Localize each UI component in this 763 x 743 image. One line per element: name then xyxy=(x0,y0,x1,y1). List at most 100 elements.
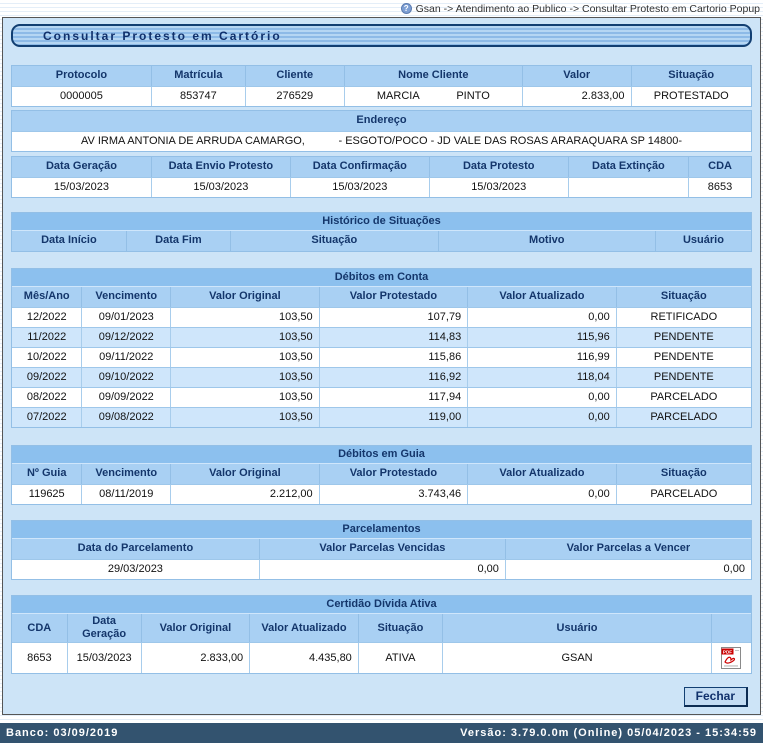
column-header: Data Confirmação xyxy=(290,157,429,177)
table-row: 09/202209/10/2022103,50116,92118,04PENDE… xyxy=(12,367,751,387)
table-cell: 276529 xyxy=(245,87,344,106)
section-title: Histórico de Situações xyxy=(12,213,751,231)
table-header-row: Nº GuiaVencimentoValor OriginalValor Pro… xyxy=(12,464,751,484)
table-row: AV IRMA ANTONIA DE ARRUDA CAMARGO, - ESG… xyxy=(12,131,751,151)
pdf-icon[interactable]: PDF xyxy=(711,643,751,673)
table-cell: ATIVA xyxy=(358,643,442,673)
footer-bar: Banco: 03/09/2019 Versão: 3.79.0.0m (Onl… xyxy=(0,723,763,743)
column-header: Vencimento xyxy=(81,464,170,484)
table-cell: 15/03/2023 xyxy=(12,178,151,197)
section-title: Débitos em Conta xyxy=(12,269,751,287)
column-header: Data Fim xyxy=(126,231,230,251)
column-header: Usuário xyxy=(442,614,711,642)
table-cell: 8653 xyxy=(12,643,67,673)
table-cell: 15/03/2023 xyxy=(67,643,141,673)
table-header-row: Data GeraçãoData Envio ProtestoData Conf… xyxy=(12,157,751,177)
table-row: 07/202209/08/2022103,50119,000,00PARCELA… xyxy=(12,407,751,427)
table-cell: 09/01/2023 xyxy=(81,308,170,327)
column-header: Valor Atualizado xyxy=(467,287,616,307)
table-cell: 103,50 xyxy=(170,308,319,327)
table-cell: 0000005 xyxy=(12,87,151,106)
table-cell: 107,79 xyxy=(319,308,468,327)
column-header: Valor Atualizado xyxy=(249,614,358,642)
breadcrumb: ? Gsan -> Atendimento ao Publico -> Cons… xyxy=(0,0,763,17)
table-cell xyxy=(568,178,688,197)
table-cell: MARCIA PINTO xyxy=(344,87,522,106)
table-cell: 29/03/2023 xyxy=(12,560,259,579)
column-header: Data Protesto xyxy=(429,157,568,177)
table-cell: 115,86 xyxy=(319,348,468,367)
table-cell: 103,50 xyxy=(170,408,319,427)
table-row: 10/202209/11/2022103,50115,86116,99PENDE… xyxy=(12,347,751,367)
column-header: Nome Cliente xyxy=(344,66,522,86)
table-cell: 0,00 xyxy=(467,485,616,504)
column-header: Cliente xyxy=(245,66,344,86)
column-header: Valor Original xyxy=(170,464,319,484)
breadcrumb-text: Gsan -> Atendimento ao Publico -> Consul… xyxy=(416,3,760,15)
column-header: Matrícula xyxy=(151,66,245,86)
table-cell: 15/03/2023 xyxy=(290,178,429,197)
table-cell: 0,00 xyxy=(467,388,616,407)
protesto-info-table: ProtocoloMatrículaClienteNome ClienteVal… xyxy=(11,65,752,107)
table-cell: 117,94 xyxy=(319,388,468,407)
column-header: Situação xyxy=(616,287,751,307)
section-title: Débitos em Guia xyxy=(12,446,751,464)
table-cell: 12/2022 xyxy=(12,308,81,327)
column-header: Situação xyxy=(230,231,438,251)
table-header-row: Endereço xyxy=(12,111,751,131)
help-icon[interactable]: ? xyxy=(401,3,412,14)
table-cell: 11/2022 xyxy=(12,328,81,347)
table-cell: 15/03/2023 xyxy=(429,178,568,197)
svg-text:PDF: PDF xyxy=(723,650,732,655)
column-header: Data Geração xyxy=(67,614,141,642)
column-header: Motivo xyxy=(438,231,655,251)
table-cell: 119625 xyxy=(12,485,81,504)
column-header: Vencimento xyxy=(81,287,170,307)
table-cell: 116,99 xyxy=(467,348,616,367)
column-header: CDA xyxy=(688,157,751,177)
table-cell: 119,00 xyxy=(319,408,468,427)
table-header-row: Mês/AnoVencimentoValor OriginalValor Pro… xyxy=(12,287,751,307)
column-header: Situação xyxy=(616,464,751,484)
fechar-button[interactable]: Fechar xyxy=(684,687,748,707)
table-cell: 103,50 xyxy=(170,348,319,367)
table-cell: 2.833,00 xyxy=(522,87,631,106)
table-cell: 07/2022 xyxy=(12,408,81,427)
table-cell: 103,50 xyxy=(170,328,319,347)
column-header: Valor Parcelas Vencidas xyxy=(259,539,505,559)
table-cell: 09/09/2022 xyxy=(81,388,170,407)
table-cell: GSAN xyxy=(442,643,711,673)
table-header-row: Data InícioData FimSituaçãoMotivoUsuário xyxy=(12,231,751,251)
page-title: Consultar Protesto em Cartório xyxy=(43,29,282,43)
table-cell: 0,00 xyxy=(505,560,751,579)
column-header: Valor xyxy=(522,66,631,86)
table-cell: 09/08/2022 xyxy=(81,408,170,427)
table-cell: 3.743,46 xyxy=(319,485,468,504)
table-row: 08/202209/09/2022103,50117,940,00PARCELA… xyxy=(12,387,751,407)
table-cell: 2.833,00 xyxy=(141,643,250,673)
button-row: Fechar xyxy=(684,687,748,707)
historico-situacoes-table: Histórico de SituaçõesData InícioData Fi… xyxy=(11,212,752,252)
table-cell: 4.435,80 xyxy=(249,643,358,673)
table-cell: 103,50 xyxy=(170,368,319,387)
table-row: 11962508/11/20192.212,003.743,460,00PARC… xyxy=(12,484,751,504)
column-header: Valor Protestado xyxy=(319,464,468,484)
column-header: Valor Parcelas a Vencer xyxy=(505,539,751,559)
table-row: 11/202209/12/2022103,50114,83115,96PENDE… xyxy=(12,327,751,347)
column-header: Situação xyxy=(358,614,442,642)
table-cell: 114,83 xyxy=(319,328,468,347)
column-header: Valor Protestado xyxy=(319,287,468,307)
column-header: CDA xyxy=(12,614,67,642)
table-cell: 118,04 xyxy=(467,368,616,387)
table-header-row: ProtocoloMatrículaClienteNome ClienteVal… xyxy=(12,66,751,86)
table-cell: 08/11/2019 xyxy=(81,485,170,504)
table-cell: 09/2022 xyxy=(12,368,81,387)
table-cell: 09/11/2022 xyxy=(81,348,170,367)
column-header: Valor Original xyxy=(141,614,250,642)
table-row: 865315/03/20232.833,004.435,80ATIVAGSAN P… xyxy=(12,642,751,673)
column-header: Usuário xyxy=(655,231,751,251)
table-cell: 0,00 xyxy=(467,308,616,327)
table-cell: 8653 xyxy=(688,178,751,197)
certidao-divida-ativa-table: Certidão Dívida AtivaCDAData GeraçãoValo… xyxy=(11,595,752,674)
column-header: Valor Original xyxy=(170,287,319,307)
